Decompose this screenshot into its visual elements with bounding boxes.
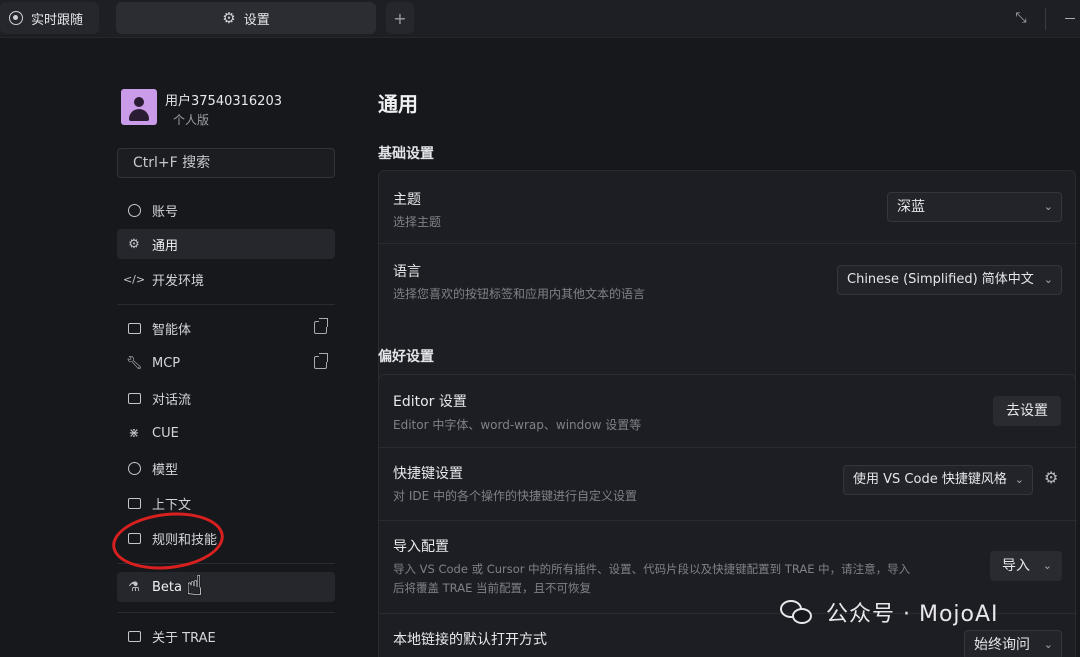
agent-icon — [126, 320, 142, 336]
hand-cursor-icon: ☝ — [186, 569, 204, 602]
user-profile[interactable]: 用户37540316203 个人版 — [121, 89, 335, 129]
toolbar-divider — [1045, 8, 1046, 30]
sidebar-item-label: 模型 — [152, 462, 179, 478]
chat-icon — [126, 390, 142, 406]
sidebar-item-general[interactable]: ⚙ 通用 — [117, 229, 335, 259]
language-select[interactable]: Chinese (Simplified) 简体中文 ⌄ — [837, 265, 1062, 295]
editor-desc: Editor 中字体、word-wrap、window 设置等 — [393, 418, 642, 432]
account-icon — [126, 202, 142, 218]
wechat-icon — [780, 598, 816, 626]
sidebar-divider — [117, 612, 335, 613]
link-open-select[interactable]: 始终询问 ⌄ — [964, 630, 1062, 657]
model-icon — [126, 460, 142, 476]
tab-follow[interactable]: 实时跟随 — [0, 2, 99, 34]
sidebar-item-label: Beta — [152, 579, 182, 595]
wrench-icon: 🔧︎ — [125, 355, 143, 371]
theme-select[interactable]: 深蓝 ⌄ — [887, 192, 1062, 222]
gear-icon: ⚙ — [222, 9, 236, 27]
shortcut-gear-icon[interactable]: ⚙ — [1044, 468, 1058, 487]
import-desc-line2: 后将覆盖 TRAE 当前配置，且不可恢复 — [393, 581, 591, 595]
folder-icon — [126, 495, 142, 511]
theme-row: 主题 选择主题 深蓝 ⌄ — [379, 189, 1077, 239]
info-icon — [126, 628, 142, 644]
tab-follow-label: 实时跟随 — [31, 12, 84, 28]
sidebar-item-label: 账号 — [152, 204, 179, 220]
code-icon: </> — [122, 272, 146, 286]
user-plan: 个人版 — [173, 113, 210, 127]
theme-desc: 选择主题 — [393, 215, 442, 229]
section-title-prefs: 偏好设置 — [378, 349, 434, 365]
import-button-label: 导入 — [1002, 558, 1030, 574]
language-label: 语言 — [393, 264, 421, 280]
row-divider — [379, 243, 1077, 244]
sidebar-item-account[interactable]: 账号 — [117, 195, 335, 225]
editor-row: Editor 设置 Editor 中字体、word-wrap、window 设置… — [379, 391, 1077, 441]
tab-bar: 实时跟随 ⚙ 设置 + ⤡ — [0, 0, 1080, 38]
link-open-label: 本地链接的默认打开方式 — [393, 632, 547, 648]
import-label: 导入配置 — [393, 539, 449, 555]
page-title: 通用 — [378, 92, 418, 116]
sidebar-item-beta[interactable]: ⚗ Beta — [117, 572, 335, 602]
import-desc-line1: 导入 VS Code 或 Cursor 中的所有插件、设置、代码片段以及快捷键配… — [393, 562, 911, 576]
theme-value: 深蓝 — [897, 199, 925, 215]
sidebar-item-cue[interactable]: ⋇ CUE — [117, 418, 335, 448]
search-input[interactable]: Ctrl+F 搜索 — [117, 148, 335, 178]
shortcut-desc: 对 IDE 中的各个操作的快捷键进行自定义设置 — [393, 489, 637, 503]
sidebar-item-about[interactable]: 关于 TRAE — [117, 621, 335, 651]
shortcut-label: 快捷键设置 — [393, 466, 463, 482]
language-value: Chinese (Simplified) 简体中文 — [847, 272, 1034, 287]
sidebar-item-label: 开发环境 — [152, 273, 205, 289]
collapse-icon[interactable]: ⤡ — [1012, 9, 1030, 27]
link-open-value: 始终询问 — [974, 637, 1030, 653]
cue-icon: ⋇ — [128, 425, 140, 441]
user-name: 用户37540316203 — [165, 94, 282, 109]
language-desc: 选择您喜欢的按钮标签和应用内其他文本的语言 — [393, 287, 646, 301]
shortcut-row: 快捷键设置 对 IDE 中的各个操作的快捷键进行自定义设置 使用 VS Code… — [379, 463, 1077, 513]
sidebar-item-label: 对话流 — [152, 392, 192, 408]
follow-icon — [9, 11, 23, 25]
sidebar-item-label: CUE — [152, 425, 179, 441]
shortcut-select[interactable]: 使用 VS Code 快捷键风格 ⌄ — [843, 465, 1033, 495]
sidebar-item-label: 通用 — [152, 238, 179, 254]
sidebar-item-label: 智能体 — [152, 322, 192, 338]
editor-label: Editor 设置 — [393, 394, 467, 410]
sidebar-item-context[interactable]: 上下文 — [117, 488, 335, 518]
chevron-down-icon: ⌄ — [1043, 638, 1053, 651]
row-divider — [379, 447, 1077, 448]
add-tab-button[interactable]: + — [386, 2, 414, 34]
shortcut-value: 使用 VS Code 快捷键风格 — [853, 472, 1007, 487]
external-link-icon[interactable] — [314, 318, 328, 334]
sidebar-item-label: 关于 TRAE — [152, 630, 216, 646]
external-link-icon[interactable] — [314, 353, 328, 369]
chevron-down-icon: ⌄ — [1014, 473, 1024, 486]
language-row: 语言 选择您喜欢的按钮标签和应用内其他文本的语言 Chinese (Simpli… — [379, 261, 1077, 311]
sidebar-item-label: 上下文 — [152, 497, 192, 513]
row-divider — [379, 520, 1077, 521]
sidebar-item-label: MCP — [152, 355, 181, 371]
import-button[interactable]: 导入 ⌄ — [990, 551, 1062, 581]
sidebar-item-agent[interactable]: 智能体 — [117, 313, 335, 343]
watermark: 公众号 · MojoAI — [780, 596, 999, 628]
editor-settings-button[interactable]: 去设置 — [993, 396, 1061, 426]
minimize-icon[interactable] — [1065, 18, 1075, 19]
chevron-down-icon: ⌄ — [1043, 200, 1053, 213]
sidebar-divider — [117, 304, 335, 305]
sidebar-item-chatflow[interactable]: 对话流 — [117, 383, 335, 413]
watermark-text: 公众号 · MojoAI — [826, 602, 999, 627]
basic-settings-card: 主题 选择主题 深蓝 ⌄ 语言 选择您喜欢的按钮标签和应用内其他文本的语言 Ch… — [378, 170, 1077, 398]
tab-settings[interactable]: ⚙ 设置 — [116, 2, 376, 34]
tab-settings-label: 设置 — [243, 12, 270, 28]
avatar — [121, 89, 157, 125]
theme-label: 主题 — [393, 192, 421, 208]
link-open-row: 本地链接的默认打开方式 始终询问 ⌄ — [379, 629, 1077, 657]
chevron-down-icon: ⌄ — [1042, 559, 1052, 572]
section-title-basic: 基础设置 — [378, 146, 434, 162]
sidebar-item-model[interactable]: 模型 — [117, 453, 335, 483]
flask-icon: ⚗ — [128, 579, 140, 595]
chevron-down-icon: ⌄ — [1043, 273, 1053, 286]
sidebar-item-mcp[interactable]: 🔧︎ MCP — [117, 348, 335, 378]
gear-icon: ⚙ — [128, 236, 140, 252]
sidebar-item-dev-env[interactable]: </> 开发环境 — [117, 264, 335, 294]
